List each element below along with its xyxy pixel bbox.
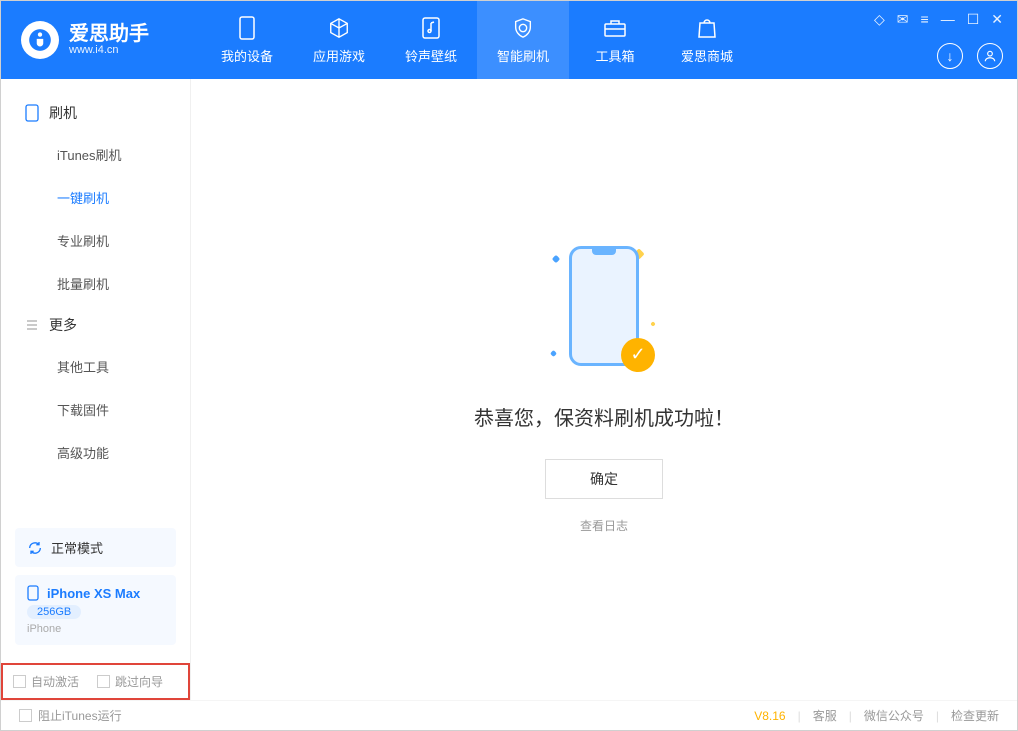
device-info-block[interactable]: iPhone XS Max 256GB iPhone [15, 575, 176, 645]
maximize-button[interactable]: ☐ [967, 11, 980, 28]
sidebar-item-oneclick-flash[interactable]: 一键刷机 [1, 176, 190, 219]
menu-icon[interactable]: ≡ [921, 11, 929, 28]
download-icon[interactable]: ↓ [937, 43, 963, 69]
sidebar-section-flash: 刷机 [1, 93, 190, 133]
nav-tab-flash[interactable]: 智能刷机 [477, 1, 569, 79]
success-illustration: ✓ [549, 246, 659, 376]
sidebar-item-other-tools[interactable]: 其他工具 [1, 345, 190, 388]
app-logo-icon [21, 21, 59, 59]
sidebar-item-itunes-flash[interactable]: iTunes刷机 [1, 133, 190, 176]
cube-icon [327, 16, 351, 40]
checkbox-label: 跳过向导 [115, 673, 163, 690]
version-text: V8.16 [754, 709, 785, 723]
sidebar-item-pro-flash[interactable]: 专业刷机 [1, 219, 190, 262]
checkbox-icon [19, 709, 32, 722]
ok-button[interactable]: 确定 [545, 459, 663, 499]
footer: 阻止iTunes运行 V8.16 | 客服 | 微信公众号 | 检查更新 [1, 700, 1017, 730]
footer-link-support[interactable]: 客服 [813, 707, 837, 724]
logo-area: 爱思助手 www.i4.cn [1, 21, 201, 59]
device-type: iPhone [27, 623, 61, 635]
music-file-icon [419, 16, 443, 40]
section-title: 更多 [49, 315, 77, 335]
app-header: 爱思助手 www.i4.cn 我的设备 应用游戏 铃声壁纸 智能刷机 工具箱 爱… [1, 1, 1017, 79]
view-log-link[interactable]: 查看日志 [580, 517, 628, 534]
toolbox-icon [603, 16, 627, 40]
tshirt-icon[interactable]: ◇ [874, 11, 885, 28]
refresh-icon [27, 540, 43, 556]
nav-tabs: 我的设备 应用游戏 铃声壁纸 智能刷机 工具箱 爱思商城 [201, 1, 753, 79]
checkbox-icon [13, 675, 26, 688]
device-capacity: 256GB [27, 605, 81, 619]
nav-label: 应用游戏 [313, 46, 365, 65]
nav-tab-store[interactable]: 爱思商城 [661, 1, 753, 79]
check-circle-icon: ✓ [621, 338, 655, 372]
shopping-bag-icon [695, 16, 719, 40]
phone-small-icon [27, 585, 39, 601]
checkbox-auto-activate[interactable]: 自动激活 [13, 673, 79, 690]
nav-tab-apps[interactable]: 应用游戏 [293, 1, 385, 79]
minimize-button[interactable]: — [941, 11, 955, 28]
success-message: 恭喜您，保资料刷机成功啦！ [474, 402, 734, 431]
section-title: 刷机 [49, 103, 77, 123]
footer-link-update[interactable]: 检查更新 [951, 707, 999, 724]
footer-block-itunes[interactable]: 阻止iTunes运行 [19, 707, 122, 724]
device-mode-text: 正常模式 [51, 538, 103, 557]
flash-options-row: 自动激活 跳过向导 [1, 663, 190, 700]
nav-label: 铃声壁纸 [405, 46, 457, 65]
app-subtitle: www.i4.cn [69, 44, 149, 56]
list-icon [25, 318, 39, 332]
feedback-icon[interactable]: ✉ [897, 11, 909, 28]
sidebar: 刷机 iTunes刷机 一键刷机 专业刷机 批量刷机 更多 其他工具 下载固件 … [1, 79, 191, 700]
checkbox-label: 自动激活 [31, 673, 79, 690]
device-small-icon [25, 104, 39, 122]
nav-tab-device[interactable]: 我的设备 [201, 1, 293, 79]
nav-label: 爱思商城 [681, 46, 733, 65]
nav-label: 智能刷机 [497, 46, 549, 65]
footer-block-itunes-label: 阻止iTunes运行 [38, 707, 122, 724]
user-icon[interactable] [977, 43, 1003, 69]
nav-label: 工具箱 [595, 46, 634, 65]
close-button[interactable]: ✕ [991, 11, 1003, 28]
nav-tab-toolbox[interactable]: 工具箱 [569, 1, 661, 79]
shield-refresh-icon [511, 16, 535, 40]
footer-link-wechat[interactable]: 微信公众号 [864, 707, 924, 724]
app-title: 爱思助手 [69, 24, 149, 44]
checkbox-icon [97, 675, 110, 688]
device-mode-block[interactable]: 正常模式 [15, 528, 176, 567]
device-name: iPhone XS Max [47, 586, 140, 601]
nav-tab-ringtones[interactable]: 铃声壁纸 [385, 1, 477, 79]
sidebar-item-batch-flash[interactable]: 批量刷机 [1, 262, 190, 305]
checkbox-skip-guide[interactable]: 跳过向导 [97, 673, 163, 690]
main-content: ✓ 恭喜您，保资料刷机成功啦！ 确定 查看日志 [191, 79, 1017, 700]
sidebar-item-advanced[interactable]: 高级功能 [1, 431, 190, 474]
phone-icon [235, 16, 259, 40]
sidebar-item-download-firmware[interactable]: 下载固件 [1, 388, 190, 431]
sidebar-section-more: 更多 [1, 305, 190, 345]
nav-label: 我的设备 [221, 46, 273, 65]
window-controls: ◇ ✉ ≡ — ☐ ✕ [874, 11, 1003, 28]
